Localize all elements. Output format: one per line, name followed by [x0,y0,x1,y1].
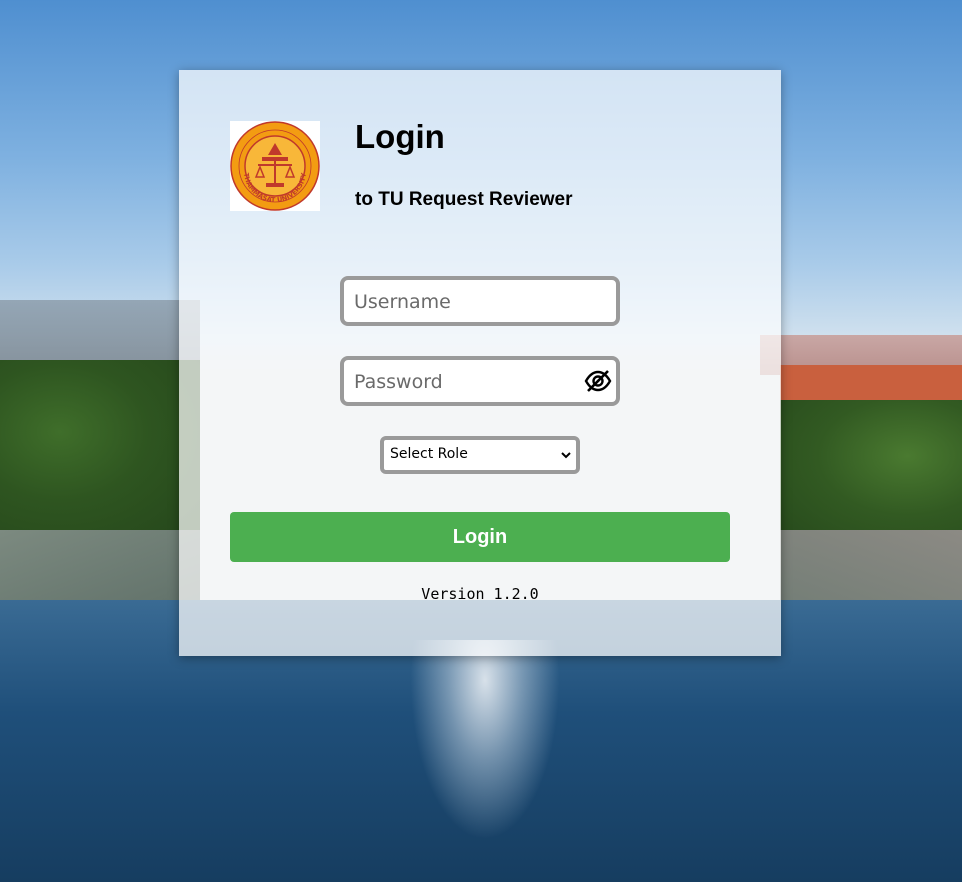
role-select-value: Select Role [390,446,468,462]
version-label: Version 1.2.0 [421,585,539,603]
background-fountain [410,640,560,840]
password-field[interactable] [340,356,620,406]
eye-slash-icon[interactable] [584,369,612,393]
username-field[interactable] [340,276,620,326]
background-trees-right [780,400,962,540]
role-select[interactable]: Select Role [380,436,580,474]
login-button[interactable]: Login [230,512,730,562]
username-input[interactable] [354,288,584,316]
background-trees-left [0,360,200,540]
university-logo: THAMMASAT UNIVERSITY [230,121,320,211]
page-subtitle: to TU Request Reviewer [355,189,573,210]
chevron-down-icon [561,452,571,459]
login-card: THAMMASAT UNIVERSITY Login to TU Request… [179,70,781,656]
password-input[interactable] [354,368,584,396]
page-title: Login [355,118,445,155]
thammasat-seal-icon: THAMMASAT UNIVERSITY [230,121,320,211]
